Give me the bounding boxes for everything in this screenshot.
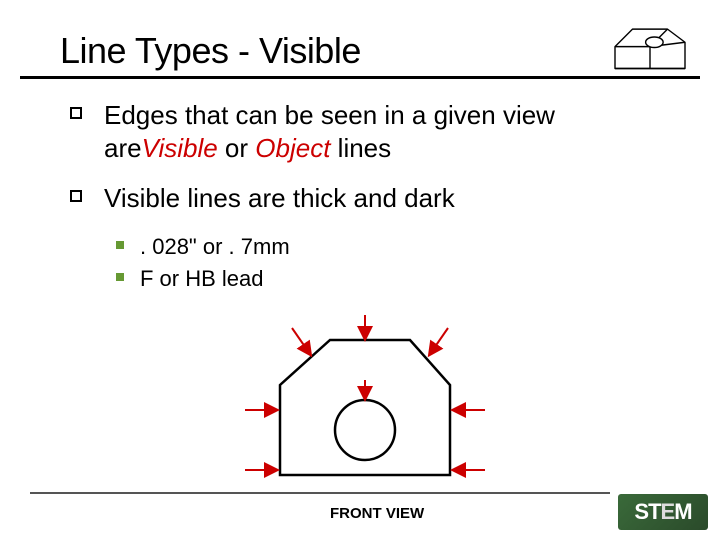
slide-title: Line Types - Visible [60, 30, 690, 72]
bullet-list-level1: Edges that can be seen in a given view a… [70, 99, 660, 215]
front-view-label: FRONT VIEW [330, 505, 424, 522]
stem-logo-e: E [661, 499, 675, 524]
sub-bullet-1-text: . 028" or . 7mm [140, 233, 290, 262]
sub-bullet-1: . 028" or . 7mm [116, 233, 720, 262]
b1-em-visible: Visible [142, 133, 218, 163]
stem-logo: STEM [618, 494, 708, 530]
title-underline [20, 76, 700, 79]
bullet-item-2: Visible lines are thick and dark [70, 182, 660, 215]
b1-em-object: Object [255, 133, 330, 163]
bullet-square-icon [70, 107, 82, 119]
bullet-2-text: Visible lines are thick and dark [104, 182, 660, 215]
bullet-list-level2: . 028" or . 7mm F or HB lead [116, 233, 720, 294]
front-view-diagram [220, 310, 500, 505]
sub-bullet-2: F or HB lead [116, 265, 720, 294]
slide: Line Types - Visible Edges that can be s… [0, 0, 720, 540]
footer-rule [30, 492, 610, 494]
stem-logo-text: STEM [634, 499, 691, 525]
sub-bullet-2-text: F or HB lead [140, 265, 264, 294]
title-row: Line Types - Visible [60, 30, 690, 72]
b1-suffix: lines [330, 133, 391, 163]
b1-mid: or [218, 133, 256, 163]
sub-bullet-square-icon [116, 273, 124, 281]
bullet-item-1: Edges that can be seen in a given view a… [70, 99, 660, 164]
bullet-square-icon [70, 190, 82, 202]
sub-bullet-square-icon [116, 241, 124, 249]
bullet-1-text: Edges that can be seen in a given view a… [104, 99, 660, 164]
